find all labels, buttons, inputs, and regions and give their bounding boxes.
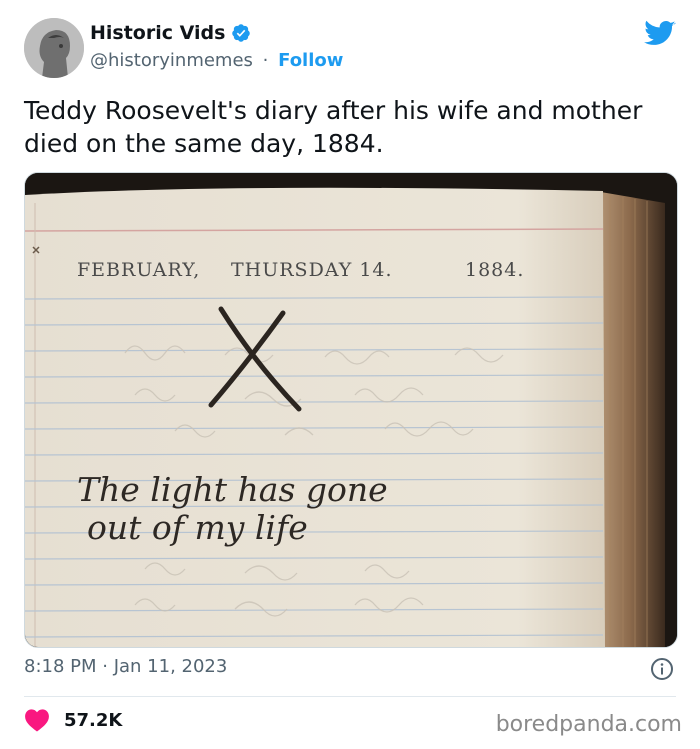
handle-separator: · xyxy=(262,50,269,71)
watermark: boredpanda.com xyxy=(495,712,682,737)
verified-badge-icon xyxy=(232,24,251,42)
diary-header-month: FEBRUARY, xyxy=(77,259,200,281)
diary-header-year: 1884. xyxy=(465,259,524,281)
like-count: 57.2K xyxy=(64,709,123,731)
divider xyxy=(24,696,676,697)
info-icon[interactable] xyxy=(650,657,674,681)
handwriting-line-1: The light has gone xyxy=(77,470,388,509)
like-action[interactable]: 57.2K xyxy=(24,708,122,732)
author-name-row[interactable]: Historic Vids xyxy=(90,22,251,44)
follow-button[interactable]: Follow xyxy=(278,50,343,71)
author-display-name[interactable]: Historic Vids xyxy=(90,22,225,44)
tweet-card: Historic Vids @historyinmemes · Follow T… xyxy=(0,0,700,749)
avatar[interactable] xyxy=(24,18,84,78)
diary-header-day: THURSDAY 14. xyxy=(231,259,393,281)
tweet-text: Teddy Roosevelt's diary after his wife a… xyxy=(24,96,643,158)
twitter-bird-icon[interactable] xyxy=(644,20,676,48)
handwriting-line-2: out of my life xyxy=(87,508,308,547)
tweet-timestamp[interactable]: 8:18 PM · Jan 11, 2023 xyxy=(24,656,227,677)
author-handle[interactable]: @historyinmemes xyxy=(90,50,253,71)
author-handle-row: @historyinmemes · Follow xyxy=(90,50,343,71)
heart-icon[interactable] xyxy=(24,708,50,732)
tweet-photo[interactable]: FEBRUARY, THURSDAY 14. 1884. The light h… xyxy=(24,172,678,648)
diary-page-image: FEBRUARY, THURSDAY 14. 1884. The light h… xyxy=(25,173,677,647)
